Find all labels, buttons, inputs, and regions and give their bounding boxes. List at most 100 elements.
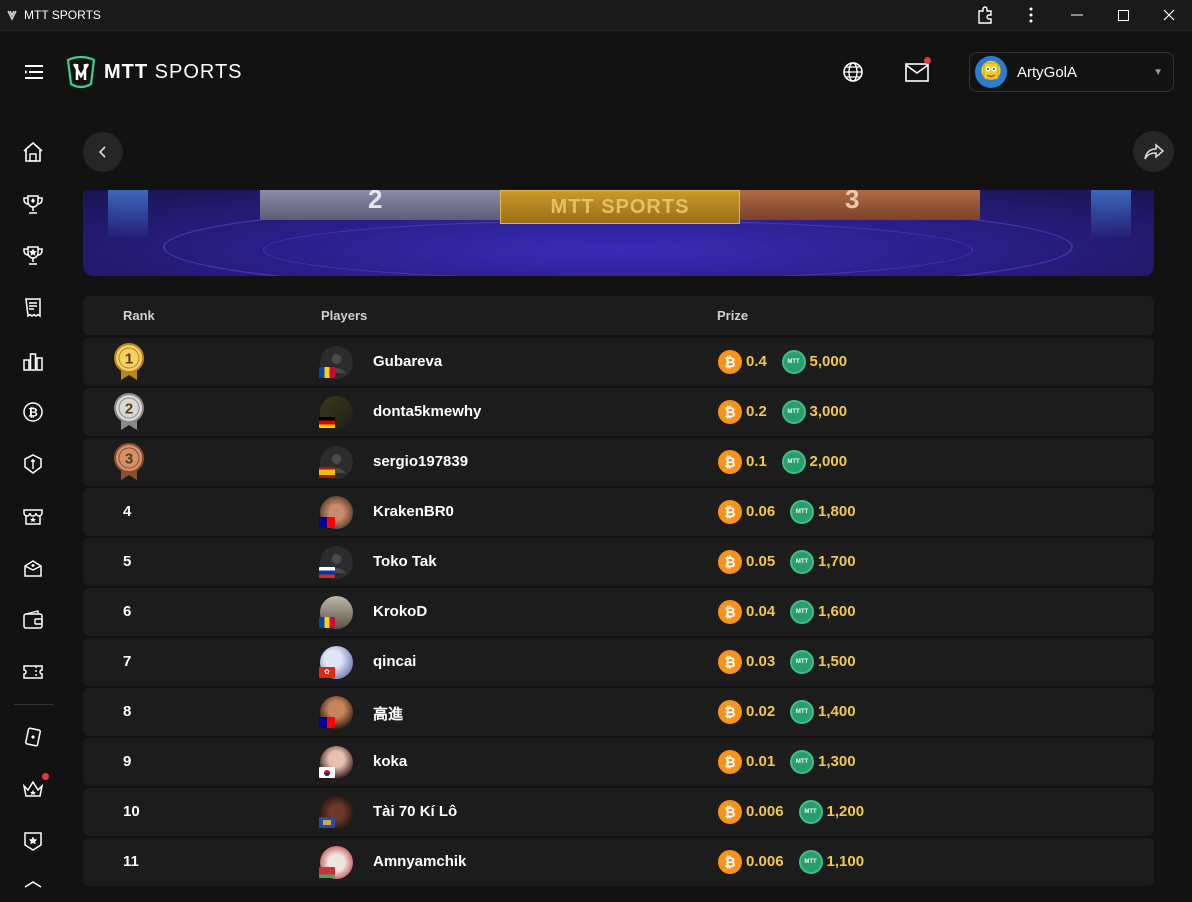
bitcoin-icon[interactable]: ₿ [21, 400, 45, 424]
more-options-icon[interactable] [1008, 0, 1054, 31]
user-account-dropdown[interactable]: ArtyGolA ▼ [969, 52, 1174, 92]
gift-box-icon[interactable] [21, 556, 45, 580]
player-name[interactable]: sergio197839 [373, 453, 468, 470]
leaderboard-icon[interactable] [21, 349, 45, 373]
chevron-left-icon [98, 146, 106, 158]
flag-icon [319, 367, 335, 378]
player-name[interactable]: koka [373, 753, 407, 770]
bitcoin-icon: ₿ [718, 400, 742, 424]
rank-number: 10 [123, 803, 140, 820]
table-row[interactable]: 1 Gubareva ₿ 0.4 MTT 5,000 [83, 338, 1154, 386]
star-trophy-icon[interactable] [21, 243, 45, 267]
mtt-prize-value: 1,200 [826, 803, 865, 820]
rank-number: 7 [123, 653, 132, 670]
minimize-button[interactable] [1054, 0, 1100, 31]
globe-icon[interactable] [842, 61, 864, 83]
logo-mark-icon [66, 55, 96, 89]
player-name[interactable]: donta5kmewhy [373, 403, 481, 420]
btc-prize-value: 0.006 [746, 853, 784, 870]
podium-silver: 2 [260, 190, 500, 220]
svg-text:1: 1 [125, 351, 133, 368]
window-titlebar: MTT SPORTS [0, 0, 1192, 31]
menu-icon[interactable] [22, 60, 46, 84]
table-row[interactable]: 8 高進 ₿ 0.02 MTT 1,400 [83, 688, 1154, 736]
player-name[interactable]: Amnyamchik [373, 853, 466, 870]
mtt-prize-value: 1,300 [818, 753, 856, 770]
notification-dot [924, 57, 931, 64]
table-row[interactable]: 9 koka ₿ 0.01 MTT 1,300 [83, 738, 1154, 786]
more-nav-icon[interactable] [21, 878, 45, 902]
mail-icon[interactable] [905, 57, 931, 84]
player-name[interactable]: KrakenBR0 [373, 503, 454, 520]
btc-prize-value: 0.06 [746, 503, 776, 520]
chevron-down-icon: ▼ [1153, 66, 1163, 78]
leaderboard-header: Rank Players Prize [83, 296, 1154, 335]
store-icon[interactable] [21, 504, 45, 528]
podium-gold: MTT SPORTS [500, 190, 740, 224]
username: ArtyGolA [1017, 63, 1078, 81]
mtt-token-icon: MTT [790, 650, 814, 674]
rank-number: 11 [123, 853, 139, 870]
mtt-token-icon: MTT [790, 550, 814, 574]
close-button[interactable] [1146, 0, 1192, 31]
poker-trophy-icon[interactable] [21, 192, 45, 216]
extensions-icon[interactable] [962, 0, 1008, 31]
app-header: MTT SPORTS ArtyGolA ▼ [0, 32, 1192, 112]
bitcoin-icon: ₿ [718, 550, 742, 574]
bitcoin-icon: ₿ [718, 650, 742, 674]
player-name[interactable]: qincai [373, 653, 416, 670]
crown-icon[interactable] [21, 777, 45, 801]
player-name[interactable]: Tài 70 Kí Lô [373, 803, 457, 820]
cards-icon[interactable] [21, 725, 45, 749]
bitcoin-icon: ₿ [718, 850, 742, 874]
flag-icon [319, 717, 335, 728]
sidebar: ₿ [0, 112, 66, 888]
svg-text:₿: ₿ [28, 406, 38, 420]
star-badge-icon[interactable] [21, 829, 45, 853]
mtt-prize-value: 3,000 [809, 403, 848, 420]
window-title: MTT SPORTS [24, 8, 101, 22]
receipt-icon[interactable] [21, 296, 45, 320]
mtt-token-icon: MTT [781, 400, 806, 424]
shield-token-icon[interactable] [21, 452, 45, 476]
player-name[interactable]: 高進 [373, 703, 403, 724]
gold-medal-icon: 1 [113, 342, 145, 382]
bitcoin-icon: ₿ [718, 600, 742, 624]
table-row[interactable]: 10 Tài 70 Kí Lô ₿ 0.006 MTT 1,200 [83, 788, 1154, 836]
share-button[interactable] [1133, 131, 1174, 172]
svg-text:3: 3 [125, 451, 133, 468]
table-row[interactable]: 2 donta5kmewhy ₿ 0.2 MTT 3,000 [83, 388, 1154, 436]
table-row[interactable]: 3 sergio197839 ₿ 0.1 MTT 2,000 [83, 438, 1154, 486]
home-icon[interactable] [21, 140, 45, 164]
bronze-medal-icon: 3 [113, 442, 145, 482]
ticket-icon[interactable] [21, 660, 45, 684]
player-name[interactable]: Toko Tak [373, 553, 437, 570]
maximize-button[interactable] [1100, 0, 1146, 31]
main-content: 2 3 MTT SPORTS Rank Players Prize 1 Guba… [66, 112, 1192, 888]
flag-icon: ✿ [319, 667, 335, 678]
wallet-icon[interactable] [21, 608, 45, 632]
table-row[interactable]: 11 Amnyamchik ₿ 0.006 MTT 1,100 [83, 838, 1154, 886]
flag-icon [319, 817, 335, 828]
mtt-token-icon: MTT [781, 450, 806, 474]
flag-icon [319, 467, 335, 478]
table-row[interactable]: 7 ✿ qincai ₿ 0.03 MTT 1,500 [83, 638, 1154, 686]
podium-banner: 2 3 MTT SPORTS [83, 190, 1154, 276]
table-row[interactable]: 6 KrokoD ₿ 0.04 MTT 1,600 [83, 588, 1154, 636]
players-header: Players [321, 308, 368, 323]
back-button[interactable] [83, 132, 123, 172]
flag-icon [319, 417, 335, 428]
btc-prize-value: 0.05 [746, 553, 776, 570]
mtt-sports-logo[interactable]: MTT SPORTS [64, 52, 243, 92]
btc-prize-value: 0.02 [746, 703, 776, 720]
flag-icon [319, 617, 335, 628]
player-name[interactable]: Gubareva [373, 353, 442, 370]
table-row[interactable]: 4 KrakenBR0 ₿ 0.06 MTT 1,800 [83, 488, 1154, 536]
player-name[interactable]: KrokoD [373, 603, 427, 620]
btc-prize-value: 0.01 [746, 753, 776, 770]
btc-prize-value: 0.04 [746, 603, 776, 620]
bitcoin-icon: ₿ [718, 450, 742, 474]
rank-number: 6 [123, 603, 132, 620]
btc-prize-value: 0.03 [746, 653, 776, 670]
table-row[interactable]: 5 Toko Tak ₿ 0.05 MTT 1,700 [83, 538, 1154, 586]
